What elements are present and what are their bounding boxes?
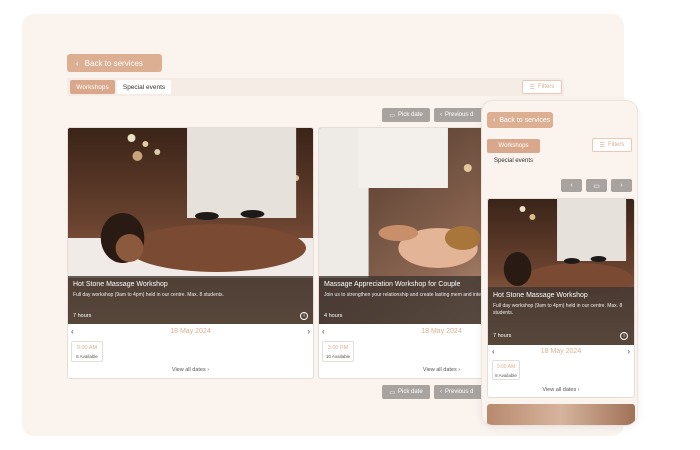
chevron-left-icon[interactable]: ‹ xyxy=(71,327,74,336)
pick-date-label: Pick date xyxy=(397,112,423,118)
time-slot[interactable]: 9:00 AM 8 Available xyxy=(492,360,520,380)
info-icon[interactable]: i xyxy=(300,312,308,320)
current-date: 18 May 2024 xyxy=(540,347,582,355)
pick-date-button[interactable]: ▭ xyxy=(586,179,607,192)
tab-special-events[interactable]: Special events xyxy=(117,80,171,94)
card-description: Full day workshop (9am to 4pm) held in o… xyxy=(73,292,224,298)
current-date: 18 May 2024 xyxy=(421,327,462,335)
chevron-right-icon: › xyxy=(620,182,623,189)
card-duration: 4 hours xyxy=(324,313,343,319)
filters-label: Filters xyxy=(608,142,625,148)
tab-workshops[interactable]: Workshops xyxy=(487,139,540,153)
card-title: Hot Stone Massage Workshop xyxy=(73,281,168,288)
calendar-icon: ▭ xyxy=(593,182,600,190)
screenshot-stage: ‹ Back to services Workshops Special eve… xyxy=(0,0,700,450)
pick-date-button-bottom[interactable]: ▭ Pick date xyxy=(382,385,430,399)
chevron-right-icon[interactable]: › xyxy=(307,327,310,336)
filters-button[interactable]: ☰ Filters xyxy=(522,80,562,94)
workshop-card[interactable]: Hot Stone Massage Workshop Full day work… xyxy=(487,198,635,398)
workshop-card[interactable]: Hot Stone Massage Workshop Full day work… xyxy=(67,127,314,379)
date-navigator: ‹ 18 May 2024 › xyxy=(488,346,634,356)
info-icon[interactable]: i xyxy=(620,332,628,340)
slot-availability: 8 Available xyxy=(495,373,517,378)
slot-time: 9:00 AM xyxy=(496,364,516,370)
date-navigator: ‹ 18 May 2024 › xyxy=(68,326,313,336)
chevron-left-icon: ‹ xyxy=(440,389,442,395)
view-all-label: View all dates xyxy=(171,367,206,373)
mobile-view: ‹ Back to services ☰ Filters Workshops S… xyxy=(481,100,638,426)
chevron-left-icon: ‹ xyxy=(76,58,79,68)
calendar-icon: ▭ xyxy=(389,112,395,119)
back-label: Back to services xyxy=(84,58,143,68)
slot-time: 9:00 AM xyxy=(76,345,98,351)
view-all-dates-link[interactable]: View all dates › xyxy=(488,387,634,393)
tab-special-events[interactable]: Special events xyxy=(487,154,540,168)
view-all-dates-link[interactable]: View all dates › xyxy=(68,367,313,373)
card-overlay: Hot Stone Massage Workshop Full day work… xyxy=(68,276,313,324)
chevron-left-icon[interactable]: ‹ xyxy=(492,347,495,356)
pick-date-label: Pick date xyxy=(397,389,423,395)
chevron-left-icon: ‹ xyxy=(440,112,442,118)
filter-icon: ☰ xyxy=(529,84,536,91)
back-to-services-button[interactable]: ‹ Back to services xyxy=(487,112,553,128)
view-all-label: View all dates xyxy=(422,367,457,373)
calendar-icon: ▭ xyxy=(389,389,395,396)
previous-label: Previous d xyxy=(445,112,474,118)
next-button[interactable]: › xyxy=(611,179,632,192)
slot-availability: 8 Available xyxy=(76,354,98,359)
chevron-left-icon: ‹ xyxy=(493,116,496,124)
pick-date-button-top[interactable]: ▭ Pick date xyxy=(382,108,430,122)
card-overlay: Hot Stone Massage Workshop Full day work… xyxy=(488,287,634,345)
card-description: Full day workshop (9am to 4pm) held in o… xyxy=(493,303,623,316)
chevron-right-icon[interactable]: › xyxy=(627,347,630,356)
time-slot[interactable]: 9:00 AM 8 Available xyxy=(71,341,103,362)
card-duration: 7 hours xyxy=(493,333,512,339)
filters-label: Filters xyxy=(538,84,555,90)
filter-icon: ☰ xyxy=(599,142,606,149)
next-card-preview xyxy=(487,404,635,425)
filters-button[interactable]: ☰ Filters xyxy=(592,138,632,152)
previous-button[interactable]: ‹ xyxy=(561,179,582,192)
slot-availability: 10 Available xyxy=(325,354,351,359)
card-title: Hot Stone Massage Workshop xyxy=(493,292,588,299)
back-to-services-button[interactable]: ‹ Back to services xyxy=(67,54,162,72)
chevron-left-icon[interactable]: ‹ xyxy=(322,327,325,336)
back-label: Back to services xyxy=(499,116,551,124)
slot-time: 3:00 PM xyxy=(327,345,349,351)
view-all-label: View all dates xyxy=(542,387,577,393)
chevron-left-icon: ‹ xyxy=(570,182,573,189)
previous-label: Previous d xyxy=(445,389,474,395)
category-tabs: Workshops Special events xyxy=(67,78,564,96)
tab-workshops[interactable]: Workshops xyxy=(70,80,115,94)
current-date: 18 May 2024 xyxy=(170,327,211,335)
time-slot[interactable]: 3:00 PM 10 Available xyxy=(322,341,354,362)
card-duration: 7 hours xyxy=(73,313,92,319)
